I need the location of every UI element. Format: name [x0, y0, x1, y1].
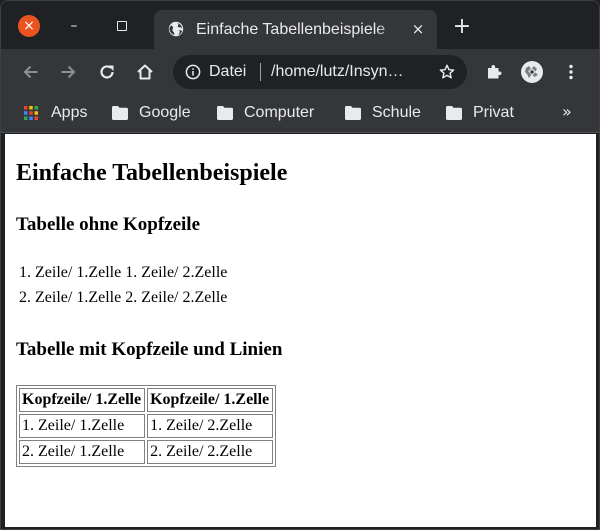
bookmark-folder-privat[interactable]: Privat — [446, 103, 536, 125]
table-cell: 1. Zeile/ 2.Zelle — [147, 414, 274, 438]
table-with-header-and-borders: Kopfzeile/ 1.Zelle Kopfzeile/ 1.Zelle 1.… — [16, 385, 277, 467]
table-row: 2. Zeile/ 1.Zelle 2. Zeile/ 2.Zelle — [18, 286, 228, 309]
bookmark-star-icon[interactable] — [438, 63, 456, 81]
table-row: 2. Zeile/ 1.Zelle 2. Zeile/ 2.Zelle — [19, 440, 274, 464]
window-minimize-button[interactable]: – — [67, 19, 81, 33]
bookmark-apps[interactable]: Apps — [23, 103, 95, 125]
bookmark-folder-schule[interactable]: Schule — [345, 103, 435, 125]
window-maximize-button[interactable] — [117, 21, 127, 31]
bookmark-label: Privat — [473, 104, 514, 121]
omnibox-separator — [260, 63, 261, 81]
bookmark-folder-google[interactable]: Google — [112, 103, 212, 125]
folder-icon — [446, 106, 462, 120]
home-icon[interactable] — [135, 62, 155, 82]
table-row: 1. Zeile/ 1.Zelle 1. Zeile/ 2.Zelle — [18, 261, 228, 284]
bookmark-label: Computer — [244, 104, 315, 121]
extensions-puzzle-icon[interactable] — [484, 62, 504, 82]
tab-strip: × – Einfache Tabellenbeispiele × + — [1, 1, 599, 49]
table-row: 1. Zeile/ 1.Zelle 1. Zeile/ 2.Zelle — [19, 414, 274, 438]
security-label: Datei — [209, 63, 247, 80]
table-cell: 1. Zeile/ 2.Zelle — [125, 264, 228, 281]
bookmark-label: Schule — [372, 104, 421, 121]
section-heading-bordered-table: Tabelle mit Kopfzeile und Linien — [16, 339, 283, 360]
bookmark-label: Google — [139, 104, 191, 121]
new-tab-button[interactable]: + — [452, 16, 472, 38]
table-cell: 2. Zeile/ 2.Zelle — [125, 289, 228, 306]
table-cell: 2. Zeile/ 1.Zelle — [19, 440, 146, 464]
table-cell: 1. Zeile/ 1.Zelle — [19, 264, 122, 281]
tab-close-button[interactable]: × — [409, 20, 427, 38]
menu-kebab-icon[interactable] — [561, 62, 581, 82]
section-heading-plain-table: Tabelle ohne Kopfzeile — [16, 214, 201, 235]
reload-icon[interactable] — [97, 62, 117, 82]
address-bar[interactable]: Datei /home/lutz/Insyn… — [173, 55, 467, 89]
back-arrow-icon[interactable] — [21, 62, 41, 82]
page-content: Einfache Tabellenbeispiele Tabelle ohne … — [5, 134, 596, 527]
forward-arrow-icon[interactable] — [58, 62, 78, 82]
bookmarks-overflow-button[interactable]: » — [562, 101, 572, 123]
bookmarks-bar: Apps Google Computer Schule Privat » — [1, 95, 599, 133]
bookmark-label: Apps — [51, 104, 88, 121]
folder-icon — [217, 106, 233, 120]
bookmark-folder-computer[interactable]: Computer — [217, 103, 337, 125]
folder-icon — [112, 106, 128, 120]
folder-icon — [345, 106, 361, 120]
toolbar: Datei /home/lutz/Insyn… — [1, 49, 599, 95]
table-without-header: 1. Zeile/ 1.Zelle 1. Zeile/ 2.Zelle 2. Z… — [16, 259, 230, 311]
url-text[interactable]: /home/lutz/Insyn… — [271, 62, 423, 82]
table-cell: 2. Zeile/ 2.Zelle — [147, 440, 274, 464]
table-cell: 2. Zeile/ 1.Zelle — [19, 289, 122, 306]
table-header-cell: Kopfzeile/ 1.Zelle — [19, 388, 146, 412]
table-cell: 1. Zeile/ 1.Zelle — [19, 414, 146, 438]
window-close-button[interactable]: × — [18, 15, 40, 37]
page-title: Einfache Tabellenbeispiele — [16, 160, 288, 186]
tab-title: Einfache Tabellenbeispiele — [196, 21, 386, 38]
info-icon[interactable] — [185, 64, 201, 80]
table-header-cell: Kopfzeile/ 1.Zelle — [147, 388, 274, 412]
profile-avatar-icon[interactable] — [520, 60, 544, 84]
globe-icon — [168, 21, 184, 37]
apps-grid-icon — [24, 106, 38, 120]
browser-window: × – Einfache Tabellenbeispiele × + Datei… — [0, 0, 600, 530]
table-header-row: Kopfzeile/ 1.Zelle Kopfzeile/ 1.Zelle — [19, 388, 274, 412]
tab-active[interactable]: Einfache Tabellenbeispiele × — [154, 10, 437, 49]
